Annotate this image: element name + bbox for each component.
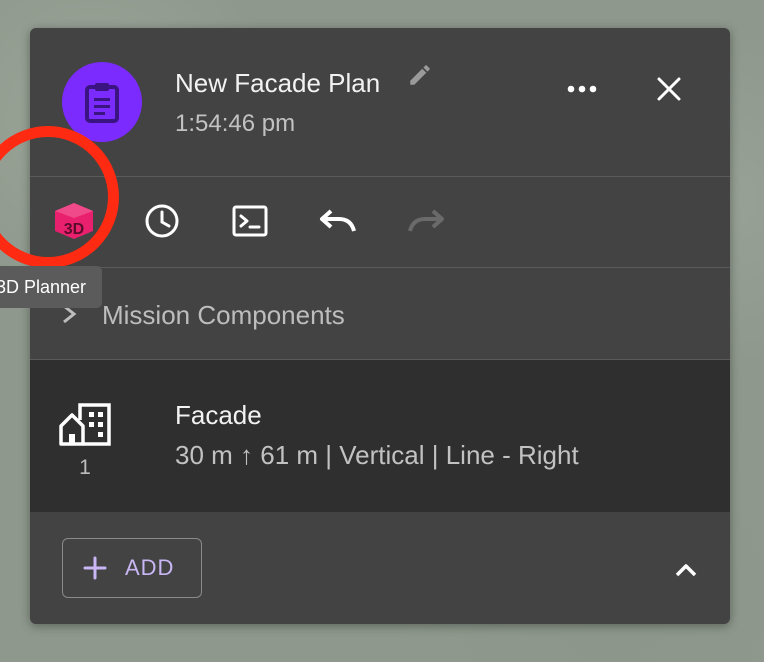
section-title: Mission Components [102, 300, 345, 330]
3d-planner-tooltip: 3D Planner [0, 266, 103, 308]
close-icon [657, 77, 681, 101]
clipboard-icon [85, 83, 119, 123]
clock-icon [145, 204, 179, 238]
plan-title: New Facade Plan [175, 68, 381, 98]
panel-toolbar: 3D [30, 177, 730, 268]
add-button[interactable]: ADD [62, 538, 202, 598]
redo-icon [408, 209, 444, 232]
terminal-icon [232, 205, 268, 237]
terminal-button[interactable] [228, 199, 272, 243]
building-icon [59, 403, 111, 446]
close-button[interactable] [647, 72, 691, 106]
pencil-icon[interactable] [407, 62, 433, 88]
collapse-button[interactable] [668, 552, 704, 588]
component-item[interactable]: 1 Facade 30 m ↑ 61 m | Vertical | Line -… [30, 360, 730, 512]
plus-icon [83, 556, 107, 580]
component-count: 1 [79, 456, 91, 479]
mission-panel: New Facade Plan 1:54:46 pm 3D Mission Co… [30, 28, 730, 624]
undo-icon [320, 209, 356, 232]
panel-header: New Facade Plan 1:54:46 pm [30, 28, 730, 177]
more-button[interactable] [558, 74, 606, 104]
history-button[interactable] [140, 199, 184, 243]
component-name: Facade [175, 400, 262, 430]
chevron-up-icon [675, 564, 697, 577]
undo-button[interactable] [316, 199, 360, 243]
add-label: ADD [125, 555, 175, 580]
more-horizontal-icon [567, 85, 597, 93]
panel-footer: ADD [30, 512, 730, 624]
component-details: 30 m ↑ 61 m | Vertical | Line - Right [175, 440, 579, 470]
mission-components-header[interactable]: Mission Components [30, 268, 730, 360]
redo-button[interactable] [404, 199, 448, 243]
plan-time: 1:54:46 pm [175, 110, 296, 137]
